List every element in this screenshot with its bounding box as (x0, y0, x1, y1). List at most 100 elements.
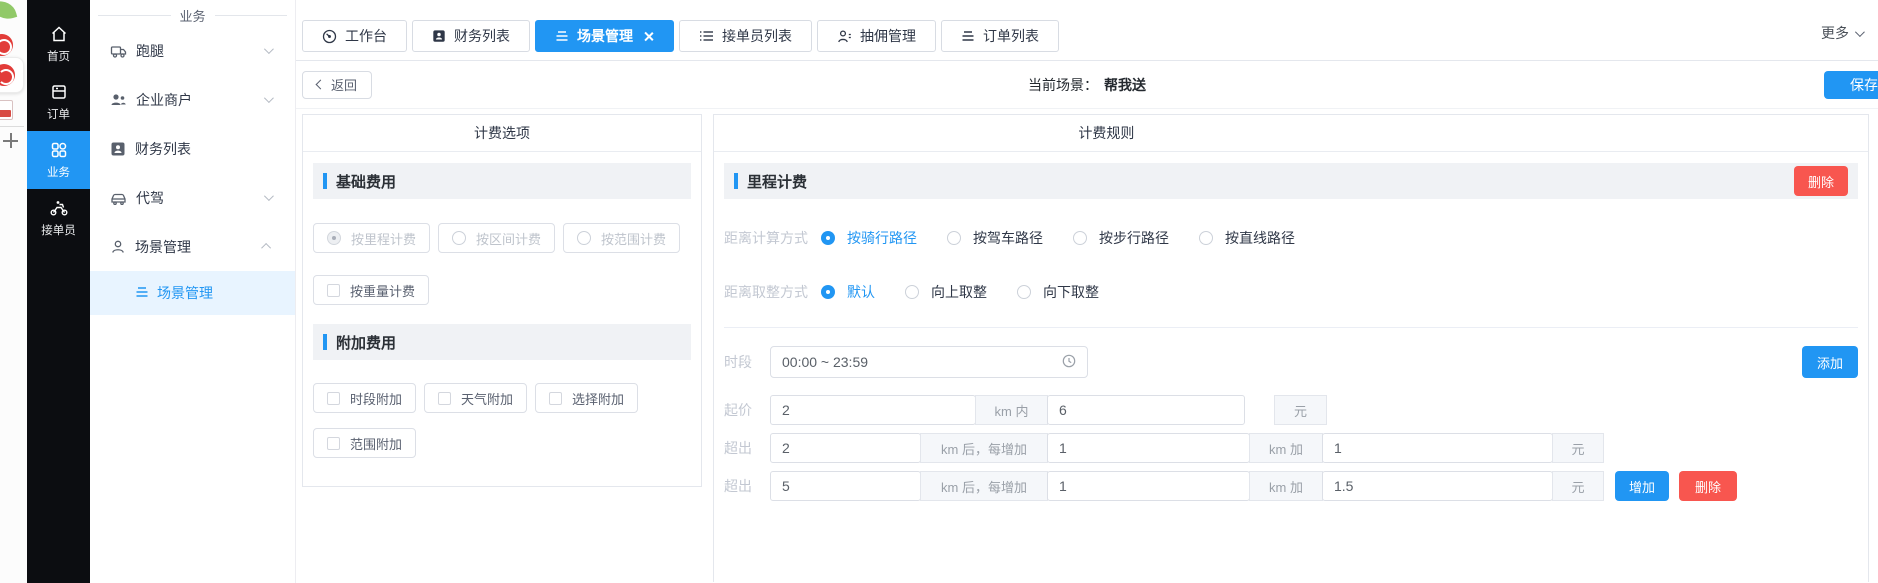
radio-straight-route[interactable]: 按直线路径 (1199, 228, 1295, 248)
tab-finance-list[interactable]: 财务列表 (412, 20, 530, 52)
option-label: 按区间计费 (476, 229, 541, 248)
extra-fee-row-1: 时段附加 天气附加 选择附加 (313, 383, 691, 413)
divider (724, 327, 1858, 328)
current-scene: 当前场景： 帮我送 (1028, 75, 1146, 95)
unit-yuan: 元 (1274, 395, 1327, 425)
radio-driving-route[interactable]: 按驾车路径 (947, 228, 1043, 248)
tab-commission[interactable]: 抽佣管理 (817, 20, 936, 52)
tab-workbench[interactable]: 工作台 (302, 20, 407, 52)
checkbox-icon (327, 392, 340, 405)
checkbox-icon (438, 392, 451, 405)
sidebar-item-label: 接单员 (41, 222, 76, 238)
radio-round-down[interactable]: 向下取整 (1017, 282, 1099, 302)
option-by-interval[interactable]: 按区间计费 (438, 223, 555, 253)
radio-icon (452, 231, 466, 245)
order-icon (50, 83, 68, 101)
base-distance-input[interactable]: 2 (770, 395, 976, 425)
row-label: 距离取整方式 (724, 282, 809, 302)
over-price-input[interactable]: 1.5 (1322, 471, 1553, 501)
row-label: 时段 (724, 352, 770, 372)
radio-label: 按骑行路径 (847, 228, 917, 248)
option-by-weight[interactable]: 按重量计费 (313, 275, 429, 305)
browser-strip (0, 0, 27, 583)
save-label: 保存 (1850, 75, 1878, 95)
close-icon[interactable] (643, 31, 654, 42)
tab-courier-list[interactable]: 接单员列表 (679, 20, 812, 52)
sidebar-item-home[interactable]: 首页 (27, 15, 90, 73)
radio-selected-disabled-icon (327, 231, 341, 245)
option-label: 天气附加 (461, 389, 513, 408)
over-step-input[interactable]: 1 (1047, 471, 1250, 501)
option-by-mileage[interactable]: 按里程计费 (313, 223, 430, 253)
scene-lines-icon (961, 30, 975, 42)
accent-bar (734, 173, 738, 189)
delete-rule-button[interactable]: 删除 (1794, 166, 1848, 196)
radio-round-up[interactable]: 向上取整 (905, 282, 987, 302)
section-title: 里程计费 (747, 171, 807, 192)
option-label: 按里程计费 (351, 229, 416, 248)
unit-km-add: km 加 (1249, 471, 1323, 501)
finance-badge-icon (110, 141, 126, 157)
unit-yuan: 元 (1552, 433, 1604, 463)
time-range-input[interactable]: 00:00 ~ 23:59 (770, 346, 1088, 378)
option-select-surcharge[interactable]: 选择附加 (535, 383, 638, 413)
option-range-surcharge[interactable]: 范围附加 (313, 428, 416, 458)
unit-km-after-each: km 后，每增加 (920, 471, 1048, 501)
delete-tier-button[interactable]: 删除 (1679, 471, 1737, 501)
gauge-icon (322, 29, 337, 44)
tab-order-list[interactable]: 订单列表 (941, 20, 1059, 52)
option-by-range[interactable]: 按范围计费 (563, 223, 680, 253)
rider-icon (49, 199, 69, 217)
over-distance-input[interactable]: 2 (770, 433, 921, 463)
menu-item-merchants[interactable]: 企业商户 (90, 75, 295, 124)
sidebar-item-couriers[interactable]: 接单员 (27, 189, 90, 247)
red-favicon[interactable] (0, 34, 13, 56)
menu-item-errand[interactable]: 跑腿 (90, 26, 295, 75)
chevron-down-icon (264, 191, 274, 201)
sidebar-item-orders[interactable]: 订单 (27, 73, 90, 131)
secondary-sidebar: 业务 跑腿 企业商户 财务列表 (90, 0, 296, 583)
tab-scene-management[interactable]: 场景管理 (535, 20, 674, 52)
chevron-up-icon (261, 243, 271, 253)
checkbox-icon (327, 437, 340, 450)
billing-rules-panel: 计费规则 里程计费 删除 距离计算方式 按骑行路径 按驾车路径 (713, 114, 1869, 582)
accent-bar (323, 334, 327, 350)
unit-yuan: 元 (1552, 471, 1604, 501)
list-icon (135, 285, 149, 301)
scene-label: 当前场景： (1028, 75, 1098, 95)
back-button[interactable]: 返回 (302, 71, 372, 99)
pdf-doc-icon[interactable] (0, 100, 13, 120)
divider (0, 126, 24, 127)
sidebar-item-label: 业务 (47, 164, 70, 180)
over-step-input[interactable]: 1 (1047, 433, 1250, 463)
tab-label: 接单员列表 (722, 26, 792, 46)
more-dropdown[interactable]: 更多 (1821, 23, 1862, 43)
radio-icon (577, 231, 591, 245)
radio-label: 按步行路径 (1099, 228, 1169, 248)
over-price-input[interactable]: 1 (1322, 433, 1553, 463)
radio-walking-route[interactable]: 按步行路径 (1073, 228, 1169, 248)
add-tier-button[interactable]: 增加 (1615, 471, 1669, 501)
over-distance-input[interactable]: 5 (770, 471, 921, 501)
primary-sidebar: 首页 订单 业务 接单员 (27, 0, 90, 583)
menu-item-label: 财务列表 (135, 139, 191, 159)
truck-icon (110, 43, 127, 59)
menu-item-driving[interactable]: 代驾 (90, 173, 295, 222)
submenu-item-scene-management[interactable]: 场景管理 (90, 271, 295, 315)
add-time-period-button[interactable]: 添加 (1802, 346, 1858, 378)
scene-value: 帮我送 (1104, 75, 1146, 95)
plus-icon[interactable] (3, 133, 18, 148)
base-price-input[interactable]: 6 (1047, 395, 1245, 425)
option-time-surcharge[interactable]: 时段附加 (313, 383, 416, 413)
menu-item-finance[interactable]: 财务列表 (90, 124, 295, 173)
radio-selected-icon (821, 231, 835, 245)
person-icon (110, 239, 126, 255)
sidebar-item-business[interactable]: 业务 (27, 131, 90, 189)
distance-round-row: 距离取整方式 默认 向上取整 向下取整 (724, 282, 1858, 302)
radio-round-default[interactable]: 默认 (821, 282, 875, 302)
option-weather-surcharge[interactable]: 天气附加 (424, 383, 527, 413)
base-fee-checkbox-row: 按重量计费 (313, 275, 691, 305)
menu-item-scenes[interactable]: 场景管理 (90, 222, 295, 271)
radio-riding-route[interactable]: 按骑行路径 (821, 228, 917, 248)
save-button[interactable]: 保存 (1824, 71, 1878, 99)
